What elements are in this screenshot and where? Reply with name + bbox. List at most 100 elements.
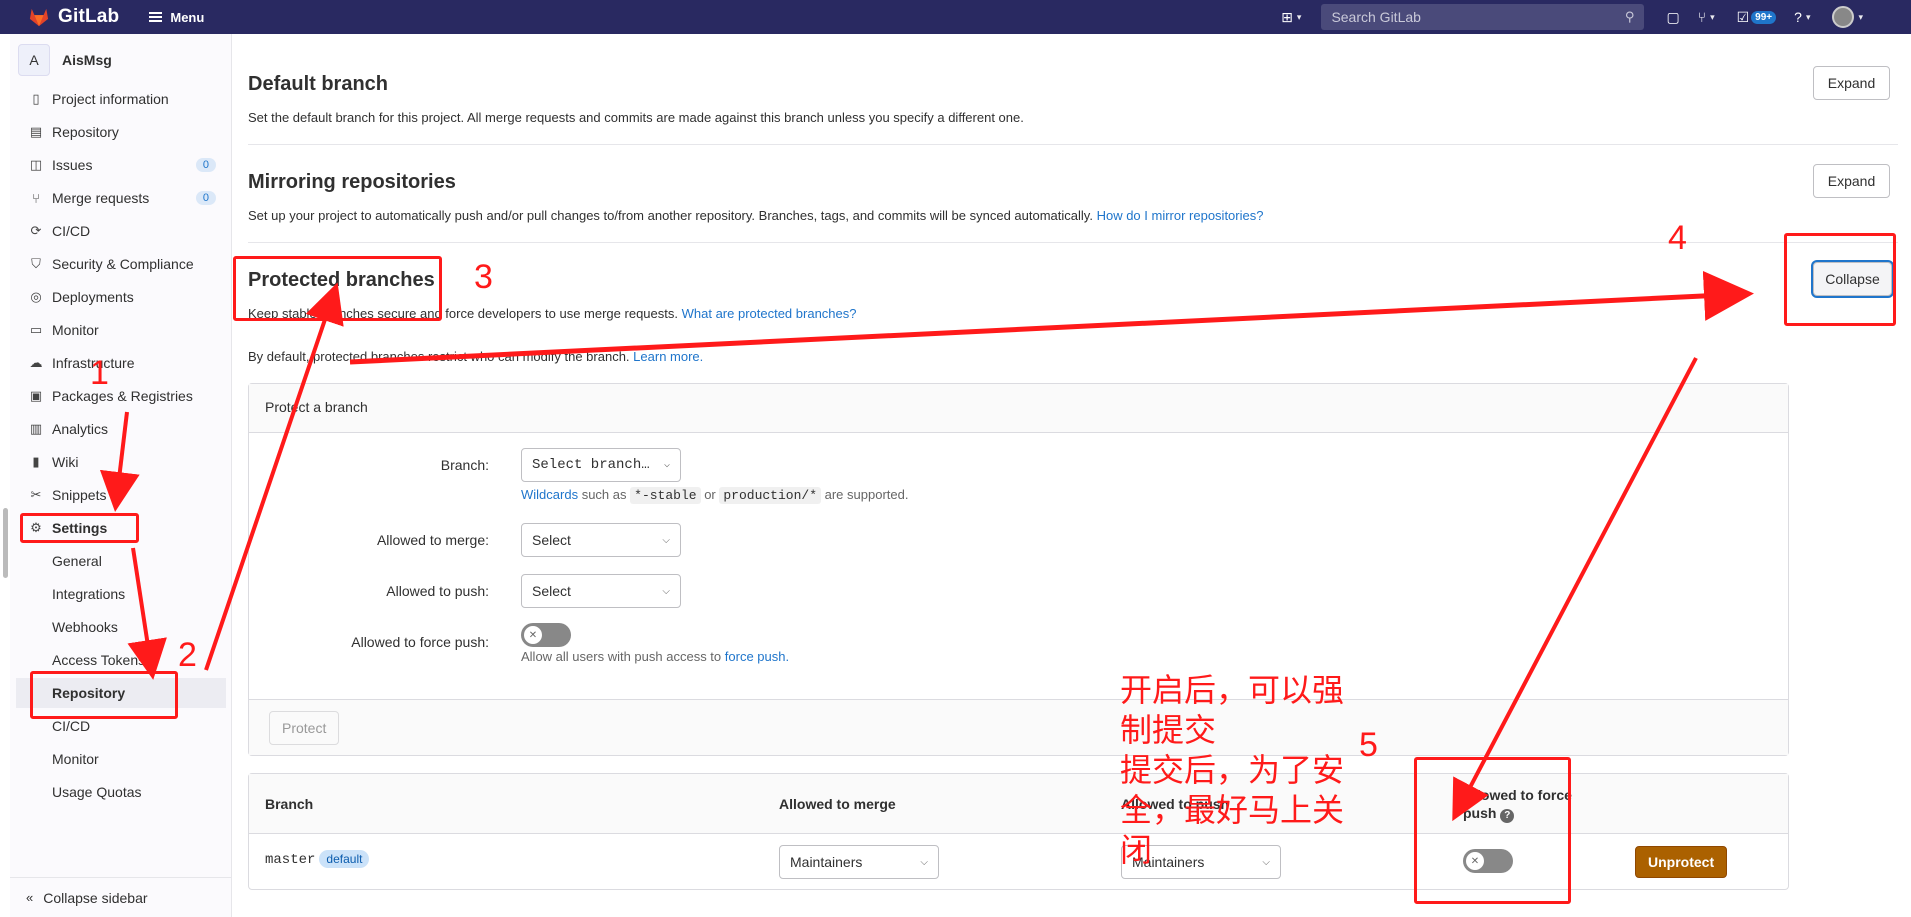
wildcards-link[interactable]: Wildcards: [521, 487, 578, 502]
wiki-icon: ▮: [32, 454, 40, 469]
info-icon: ▯: [32, 91, 40, 106]
todos-nav-button[interactable]: ☑ 99+: [1737, 9, 1777, 26]
wildcards-supported-text: are supported.: [824, 487, 909, 502]
user-menu[interactable]: ▾: [1832, 6, 1863, 28]
annotation-number-3: 3: [474, 258, 493, 296]
sidebar-item-issues[interactable]: ◫ Issues 0: [10, 150, 232, 180]
project-header[interactable]: A AisMsg: [18, 44, 112, 76]
sidebar-item-project-information[interactable]: ▯ Project information: [10, 84, 232, 114]
protected-branches-help-link[interactable]: What are protected branches?: [682, 306, 857, 321]
annotation-number-5: 5: [1359, 726, 1378, 764]
chevron-down-icon: ⌵: [662, 585, 670, 597]
allowed-to-merge-dropdown[interactable]: Select ⌵: [521, 523, 681, 557]
sidebar-item-merge-requests[interactable]: ⑂ Merge requests 0: [10, 183, 232, 213]
mirroring-title: Mirroring repositories: [248, 171, 456, 193]
sidebar-item-repository[interactable]: ▤ Repository: [10, 117, 232, 147]
force-push-toggle[interactable]: ✕: [521, 623, 571, 647]
issues-icon: ▢: [1666, 8, 1680, 25]
allowed-to-push-label: Allowed to push:: [386, 583, 489, 599]
section-divider: [248, 144, 1898, 145]
branch-label: Branch:: [440, 457, 489, 473]
sidebar-item-label: Issues: [52, 157, 93, 173]
merge-requests-nav-button[interactable]: ⑂ ▾: [1698, 9, 1715, 25]
sidebar-item-label: Project information: [52, 91, 169, 107]
settings-sub-webhooks[interactable]: Webhooks: [52, 612, 118, 642]
branch-name: master: [265, 852, 316, 868]
sidebar-item-label: Deployments: [52, 289, 134, 305]
new-item-dropdown[interactable]: ⊞ ▾: [1281, 9, 1301, 26]
brand-name: GitLab: [58, 6, 120, 27]
merge-access-value: Maintainers: [790, 854, 863, 870]
branch-cell: master default: [265, 850, 370, 868]
gitlab-fox-icon: [29, 8, 49, 27]
annotation-note: 开启后，可以强制提交 提交后，为了安全，最好马上关闭: [1120, 671, 1345, 869]
help-icon: ?: [1794, 9, 1802, 25]
gitlab-logo[interactable]: GitLab: [28, 6, 119, 28]
chevron-down-icon: ⌵: [920, 856, 928, 868]
branch-select-placeholder: Select branch…: [532, 457, 650, 473]
allowed-to-push-dropdown[interactable]: Select ⌵: [521, 574, 681, 608]
annotation-box-force-push: [1414, 757, 1571, 904]
sidebar-item-deployments[interactable]: ◎ Deployments: [10, 282, 232, 312]
sidebar-item-monitor[interactable]: ▭ Monitor: [10, 315, 232, 345]
mirroring-description-text: Set up your project to automatically pus…: [248, 208, 1093, 223]
chevron-down-icon: ▾: [1710, 11, 1715, 22]
mirroring-help-link[interactable]: How do I mirror repositories?: [1097, 208, 1264, 223]
sidebar-item-security[interactable]: ⛉ Security & Compliance: [10, 249, 232, 279]
collapse-sidebar-label: Collapse sidebar: [43, 889, 148, 906]
allowed-to-push-value: Select: [532, 583, 571, 599]
sidebar-item-packages[interactable]: ▣ Packages & Registries: [10, 381, 232, 411]
default-branch-expand-button[interactable]: Expand: [1813, 66, 1890, 100]
merge-request-icon: ⑂: [32, 190, 40, 206]
sidebar-item-label: Security & Compliance: [52, 256, 194, 272]
wildcards-text: such as: [581, 487, 627, 502]
help-dropdown[interactable]: ? ▾: [1794, 9, 1810, 25]
sidebar-item-label: Monitor: [52, 322, 99, 338]
sidebar-scrollbar[interactable]: [3, 508, 8, 578]
mirroring-description: Set up your project to automatically pus…: [248, 208, 1263, 223]
settings-sub-general[interactable]: General: [52, 546, 102, 576]
deployments-icon: ◎: [30, 289, 42, 304]
sidebar-item-infrastructure[interactable]: ☁ Infrastructure: [10, 348, 232, 378]
sidebar-item-analytics[interactable]: ▥ Analytics: [10, 414, 232, 444]
protect-button[interactable]: Protect: [269, 711, 340, 745]
search-box[interactable]: ⚲: [1321, 4, 1645, 30]
issues-icon: ◫: [29, 157, 43, 172]
sidebar-item-label: Repository: [52, 124, 119, 140]
sidebar-item-ci-cd[interactable]: ⟳ CI/CD: [10, 216, 232, 246]
unprotect-button[interactable]: Unprotect: [1635, 846, 1728, 878]
annotation-box-collapse: [1784, 233, 1896, 326]
book-icon: ▤: [29, 124, 43, 139]
wildcards-or-text: or: [704, 487, 716, 502]
branch-select-dropdown[interactable]: Select branch… ⌵: [521, 448, 681, 482]
merge-request-icon: ⑂: [1697, 9, 1707, 25]
force-push-link[interactable]: force push.: [725, 649, 789, 664]
sidebar-item-label: CI/CD: [52, 223, 91, 239]
merge-access-dropdown[interactable]: Maintainers ⌵: [779, 845, 939, 879]
settings-sub-integrations[interactable]: Integrations: [52, 579, 125, 609]
issues-nav-button[interactable]: ▢: [1666, 9, 1679, 26]
top-navbar: GitLab Menu ⊞▾ ⚲ ▢ ⑂▾ ☑ 99+ ?▾ ▾: [0, 0, 1911, 34]
learn-more-link[interactable]: Learn more.: [633, 349, 703, 364]
allowed-to-merge-label: Allowed to merge:: [376, 532, 489, 548]
annotation-box-protected-title: [233, 256, 442, 321]
cloud-icon: ☁: [29, 355, 43, 370]
wildcards-help: Wildcards such as *-stable or production…: [521, 487, 909, 504]
annotation-box-repository: [30, 671, 178, 719]
sidebar-item-wiki[interactable]: ▮ Wiki: [10, 447, 232, 477]
mirroring-expand-button[interactable]: Expand: [1813, 164, 1890, 198]
package-icon: ▣: [29, 388, 43, 403]
sidebar-item-snippets[interactable]: ✂ Snippets: [10, 480, 232, 510]
sidebar-item-label: Snippets: [52, 487, 107, 503]
column-branch: Branch: [265, 796, 314, 812]
collapse-sidebar-button[interactable]: « Collapse sidebar: [10, 877, 232, 917]
settings-sub-usage-quotas[interactable]: Usage Quotas: [52, 777, 142, 807]
settings-sub-monitor[interactable]: Monitor: [52, 744, 99, 774]
force-push-help: Allow all users with push access to forc…: [521, 649, 789, 664]
issues-count-badge: 0: [195, 158, 216, 172]
force-push-help-text: Allow all users with push access to: [521, 649, 722, 664]
search-input[interactable]: [1331, 9, 1625, 25]
menu-button[interactable]: Menu: [149, 10, 204, 25]
todo-count-badge: 99+: [1751, 10, 1777, 24]
protect-branch-footer: Protect: [249, 699, 1788, 755]
